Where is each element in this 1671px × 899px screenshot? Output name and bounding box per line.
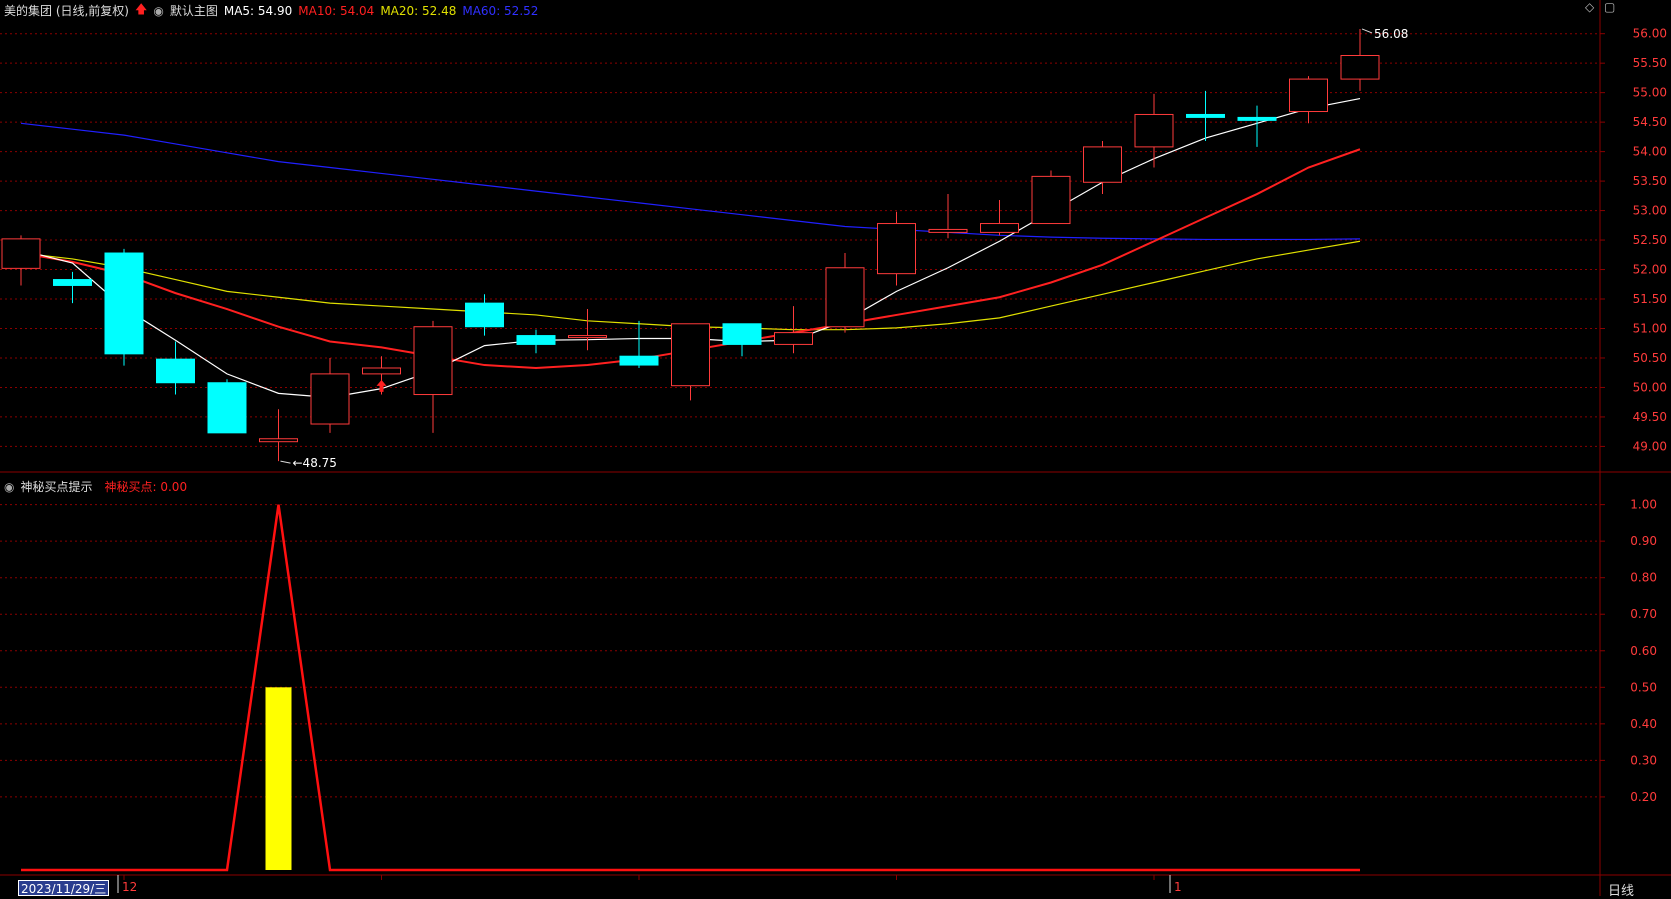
ma20-line	[20, 240, 1361, 331]
month-label: 1	[1174, 880, 1182, 894]
price-tick-label: 55.00	[1633, 86, 1667, 100]
candle-body[interactable]	[207, 382, 247, 434]
candle-body[interactable]	[156, 358, 195, 384]
high-label-pointer	[1361, 28, 1373, 34]
price-tick-label: 49.50	[1633, 410, 1667, 424]
ma60-value: MA60: 52.52	[462, 3, 539, 18]
main-chart-header: 美的集团 (日线,前复权) 🡅 ◉ 默认主图 MA5: 54.90 MA10: …	[4, 0, 538, 21]
price-tick-label: 54.50	[1633, 115, 1667, 129]
indicator-tick-label: 0.20	[1630, 790, 1657, 804]
price-tick-label: 53.50	[1633, 174, 1667, 188]
window-icon[interactable]: ▢	[1604, 0, 1615, 14]
diamond-icon[interactable]: ◇	[1585, 0, 1594, 14]
indicator-tick-label: 0.70	[1630, 607, 1657, 621]
candle-body[interactable]	[310, 373, 350, 425]
candle-body[interactable]	[1186, 113, 1225, 118]
candle-body[interactable]	[1289, 78, 1328, 113]
price-tick-label: 54.00	[1633, 145, 1667, 159]
candle-body[interactable]	[1031, 175, 1071, 225]
ma5-value: MA5: 54.90	[223, 3, 293, 18]
candle-body[interactable]	[980, 223, 1019, 233]
month-label: 12	[122, 880, 137, 894]
low-label-pointer	[280, 460, 291, 464]
price-tick-label: 56.00	[1633, 27, 1667, 41]
candle-body[interactable]	[671, 323, 710, 387]
indicator-tick-label: 0.90	[1630, 534, 1657, 548]
candle-body[interactable]	[877, 223, 916, 275]
indicator-header: ◉ 神秘买点提示 神秘买点: 0.00	[4, 478, 187, 495]
candle-body[interactable]	[568, 335, 607, 339]
price-tick-label: 52.50	[1633, 233, 1667, 247]
candle-body[interactable]	[1, 238, 41, 269]
candle-body[interactable]	[362, 367, 401, 375]
candle-body[interactable]	[619, 355, 659, 366]
indicator-tick-label: 0.60	[1630, 644, 1657, 658]
up-arrow-icon: 🡅	[135, 2, 148, 16]
candle-body[interactable]	[413, 326, 453, 396]
template-label[interactable]: 默认主图	[170, 2, 218, 19]
buy-signal-arrow-icon	[376, 379, 387, 392]
indicator-name[interactable]: 神秘买点提示	[20, 478, 92, 495]
candle-body[interactable]	[259, 438, 298, 443]
stock-title[interactable]: 美的集团 (日线,前复权)	[4, 2, 129, 19]
indicator-tick-label: 1.00	[1630, 498, 1657, 512]
price-tick-label: 53.00	[1633, 204, 1667, 218]
price-tick-label: 55.50	[1633, 56, 1667, 70]
indicator-tick-label: 0.40	[1630, 717, 1657, 731]
indicator-tick-label: 0.80	[1630, 571, 1657, 585]
candle-body[interactable]	[1237, 116, 1277, 121]
template-icon[interactable]: ◉	[153, 4, 163, 18]
indicator-value: 神秘买点: 0.00	[104, 480, 188, 494]
candle-body[interactable]	[1083, 146, 1122, 183]
indicator-tick-label: 0.50	[1630, 680, 1657, 694]
price-tick-label: 50.50	[1633, 351, 1667, 365]
candle-body[interactable]	[104, 252, 144, 355]
signal-bar	[265, 687, 292, 870]
candle-body[interactable]	[722, 323, 762, 345]
candle-body[interactable]	[1134, 113, 1174, 148]
indicator-tick-label: 0.30	[1630, 753, 1657, 767]
chart-area[interactable]: 56.00 55.50 55.00 54.50 54.00 53.50 53.00 52.50…	[0, 0, 1671, 896]
low-price-label: ←48.75	[293, 456, 337, 470]
candle-body[interactable]	[465, 302, 504, 328]
high-price-label: 56.08	[1374, 27, 1408, 41]
candle-body[interactable]	[53, 279, 92, 286]
price-tick-label: 52.00	[1633, 263, 1667, 277]
crosshair-date: 2023/11/29/三	[18, 880, 110, 896]
candle-body[interactable]	[516, 335, 556, 345]
candle-body[interactable]	[825, 267, 865, 328]
candle-body[interactable]	[928, 228, 968, 233]
indicator-menu-icon[interactable]: ◉	[4, 480, 14, 494]
period-label[interactable]: 日线	[1608, 880, 1634, 899]
ma20-value: MA20: 52.48	[380, 3, 457, 18]
price-tick-label: 50.00	[1633, 380, 1667, 394]
price-tick-label: 51.50	[1633, 292, 1667, 306]
price-tick-label: 49.00	[1633, 439, 1667, 453]
ma10-value: MA10: 54.04	[298, 3, 375, 18]
candle-body[interactable]	[1340, 55, 1380, 80]
candle-body[interactable]	[774, 332, 813, 345]
price-tick-label: 51.00	[1633, 321, 1667, 335]
